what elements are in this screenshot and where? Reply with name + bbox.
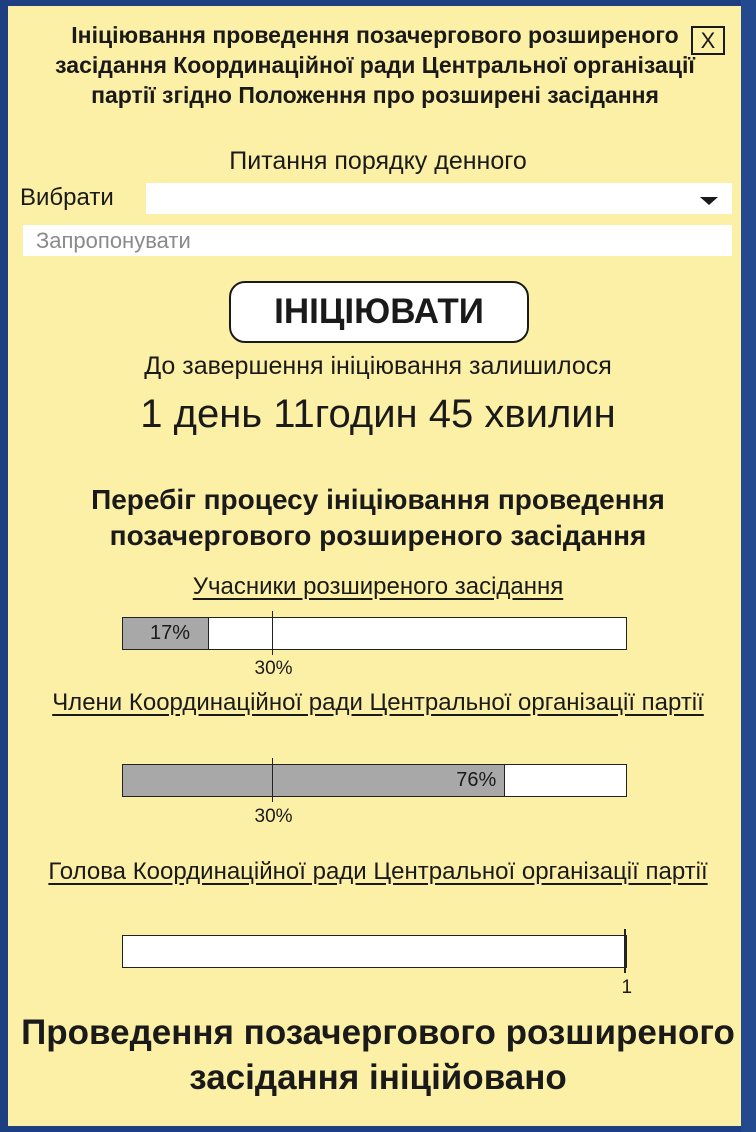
group-label-council-head: Голова Координаційної ради Центральної о… (0, 856, 756, 887)
progress-value: 76% (456, 769, 497, 791)
agenda-label: Питання порядку денного (229, 147, 527, 175)
threshold-marker (271, 758, 274, 802)
initiate-button[interactable]: ІНІЦІЮВАТИ (229, 281, 529, 343)
threshold-label: 30% (254, 806, 293, 827)
group-label-council-members: Члени Координаційної ради Центральної ор… (0, 687, 756, 718)
remaining-label: До завершення ініціювання залишилося (144, 352, 612, 380)
chevron-down-icon[interactable] (700, 197, 718, 205)
threshold-label: 30% (254, 658, 293, 679)
progress-fill: 76% (123, 765, 506, 796)
progress-title: Перебіг процесу ініціювання проведення п… (91, 484, 665, 551)
group-label-text: Учасники розширеного засідання (192, 573, 564, 600)
progress-bar-council-members: 76% (122, 758, 627, 802)
threshold-marker (271, 611, 274, 655)
progress-fill: 17% (123, 618, 209, 649)
progress-bar-council-head (122, 929, 627, 973)
agenda-select[interactable] (146, 183, 732, 214)
group-label-participants: Учасники розширеного засідання (0, 571, 756, 602)
select-label: Вибрати (20, 184, 114, 211)
result-message: Проведення позачергового розширеного зас… (21, 1013, 735, 1097)
threshold-marker (624, 929, 626, 973)
group-label-text: Голова Координаційної ради Центральної о… (48, 858, 708, 885)
countdown-timer: 1 день 11годин 45 хвилин (140, 392, 616, 436)
propose-input[interactable] (23, 225, 732, 256)
dialog-title: Ініціювання проведення позачергового роз… (55, 22, 695, 108)
threshold-label: 1 (621, 977, 633, 998)
group-label-text: Члени Координаційної ради Центральної ор… (52, 689, 704, 716)
close-button[interactable]: X (691, 26, 725, 55)
progress-value: 17% (150, 622, 191, 644)
progress-bar-participants: 17% (122, 611, 627, 655)
